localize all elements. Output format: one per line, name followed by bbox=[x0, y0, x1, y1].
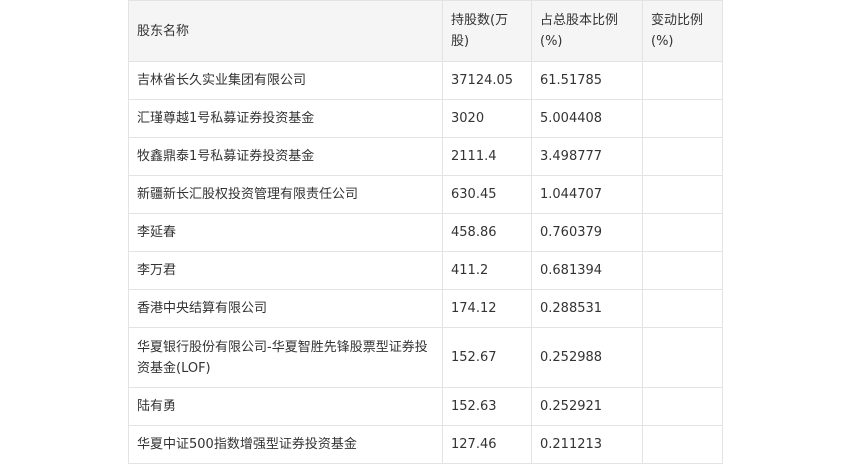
cell-shares: 127.46 bbox=[442, 425, 532, 464]
cell-ratio: 0.252921 bbox=[531, 387, 643, 426]
cell-change bbox=[642, 387, 723, 426]
cell-ratio: 0.211213 bbox=[531, 425, 643, 464]
table-row: 香港中央结算有限公司 174.12 0.288531 bbox=[128, 289, 723, 328]
cell-change bbox=[642, 61, 723, 100]
shareholder-table: 股东名称 持股数(万股) 占总股本比例(%) 变动比例(%) 吉林省长久实业集团… bbox=[128, 0, 723, 464]
table-body: 吉林省长久实业集团有限公司 37124.05 61.51785 汇瑾尊越1号私募… bbox=[128, 61, 723, 464]
cell-shares: 152.67 bbox=[442, 327, 532, 388]
cell-change bbox=[642, 251, 723, 290]
table-row: 汇瑾尊越1号私募证券投资基金 3020 5.004408 bbox=[128, 99, 723, 138]
cell-change bbox=[642, 289, 723, 328]
table-row: 吉林省长久实业集团有限公司 37124.05 61.51785 bbox=[128, 61, 723, 100]
cell-ratio: 1.044707 bbox=[531, 175, 643, 214]
cell-ratio: 0.288531 bbox=[531, 289, 643, 328]
cell-change bbox=[642, 213, 723, 252]
cell-shares: 458.86 bbox=[442, 213, 532, 252]
cell-shares: 37124.05 bbox=[442, 61, 532, 100]
cell-name: 香港中央结算有限公司 bbox=[128, 289, 443, 328]
table-row: 新疆新长汇股权投资管理有限责任公司 630.45 1.044707 bbox=[128, 175, 723, 214]
header-change: 变动比例(%) bbox=[642, 0, 723, 62]
cell-change bbox=[642, 425, 723, 464]
cell-ratio: 0.681394 bbox=[531, 251, 643, 290]
cell-ratio: 3.498777 bbox=[531, 137, 643, 176]
header-shares: 持股数(万股) bbox=[442, 0, 532, 62]
table-header: 股东名称 持股数(万股) 占总股本比例(%) 变动比例(%) bbox=[128, 0, 723, 62]
cell-name: 李延春 bbox=[128, 213, 443, 252]
cell-shares: 3020 bbox=[442, 99, 532, 138]
cell-name: 华夏中证500指数增强型证券投资基金 bbox=[128, 425, 443, 464]
cell-change bbox=[642, 327, 723, 388]
table-row: 陆有勇 152.63 0.252921 bbox=[128, 387, 723, 426]
cell-ratio: 0.252988 bbox=[531, 327, 643, 388]
cell-shares: 152.63 bbox=[442, 387, 532, 426]
cell-name: 陆有勇 bbox=[128, 387, 443, 426]
cell-change bbox=[642, 175, 723, 214]
cell-name: 吉林省长久实业集团有限公司 bbox=[128, 61, 443, 100]
table-row: 李延春 458.86 0.760379 bbox=[128, 213, 723, 252]
shareholder-table-container: 股东名称 持股数(万股) 占总股本比例(%) 变动比例(%) 吉林省长久实业集团… bbox=[128, 0, 723, 464]
cell-name: 牧鑫鼎泰1号私募证券投资基金 bbox=[128, 137, 443, 176]
cell-name: 李万君 bbox=[128, 251, 443, 290]
cell-change bbox=[642, 99, 723, 138]
cell-ratio: 5.004408 bbox=[531, 99, 643, 138]
header-row: 股东名称 持股数(万股) 占总股本比例(%) 变动比例(%) bbox=[128, 0, 723, 62]
header-ratio: 占总股本比例(%) bbox=[531, 0, 643, 62]
cell-name: 新疆新长汇股权投资管理有限责任公司 bbox=[128, 175, 443, 214]
table-row: 华夏银行股份有限公司-华夏智胜先锋股票型证券投资基金(LOF) 152.67 0… bbox=[128, 327, 723, 388]
table-row: 牧鑫鼎泰1号私募证券投资基金 2111.4 3.498777 bbox=[128, 137, 723, 176]
cell-shares: 411.2 bbox=[442, 251, 532, 290]
table-row: 华夏中证500指数增强型证券投资基金 127.46 0.211213 bbox=[128, 425, 723, 464]
cell-name: 华夏银行股份有限公司-华夏智胜先锋股票型证券投资基金(LOF) bbox=[128, 327, 443, 388]
cell-shares: 2111.4 bbox=[442, 137, 532, 176]
header-shareholder-name: 股东名称 bbox=[128, 0, 443, 62]
cell-ratio: 61.51785 bbox=[531, 61, 643, 100]
cell-ratio: 0.760379 bbox=[531, 213, 643, 252]
cell-name: 汇瑾尊越1号私募证券投资基金 bbox=[128, 99, 443, 138]
cell-shares: 630.45 bbox=[442, 175, 532, 214]
table-row: 李万君 411.2 0.681394 bbox=[128, 251, 723, 290]
cell-change bbox=[642, 137, 723, 176]
cell-shares: 174.12 bbox=[442, 289, 532, 328]
